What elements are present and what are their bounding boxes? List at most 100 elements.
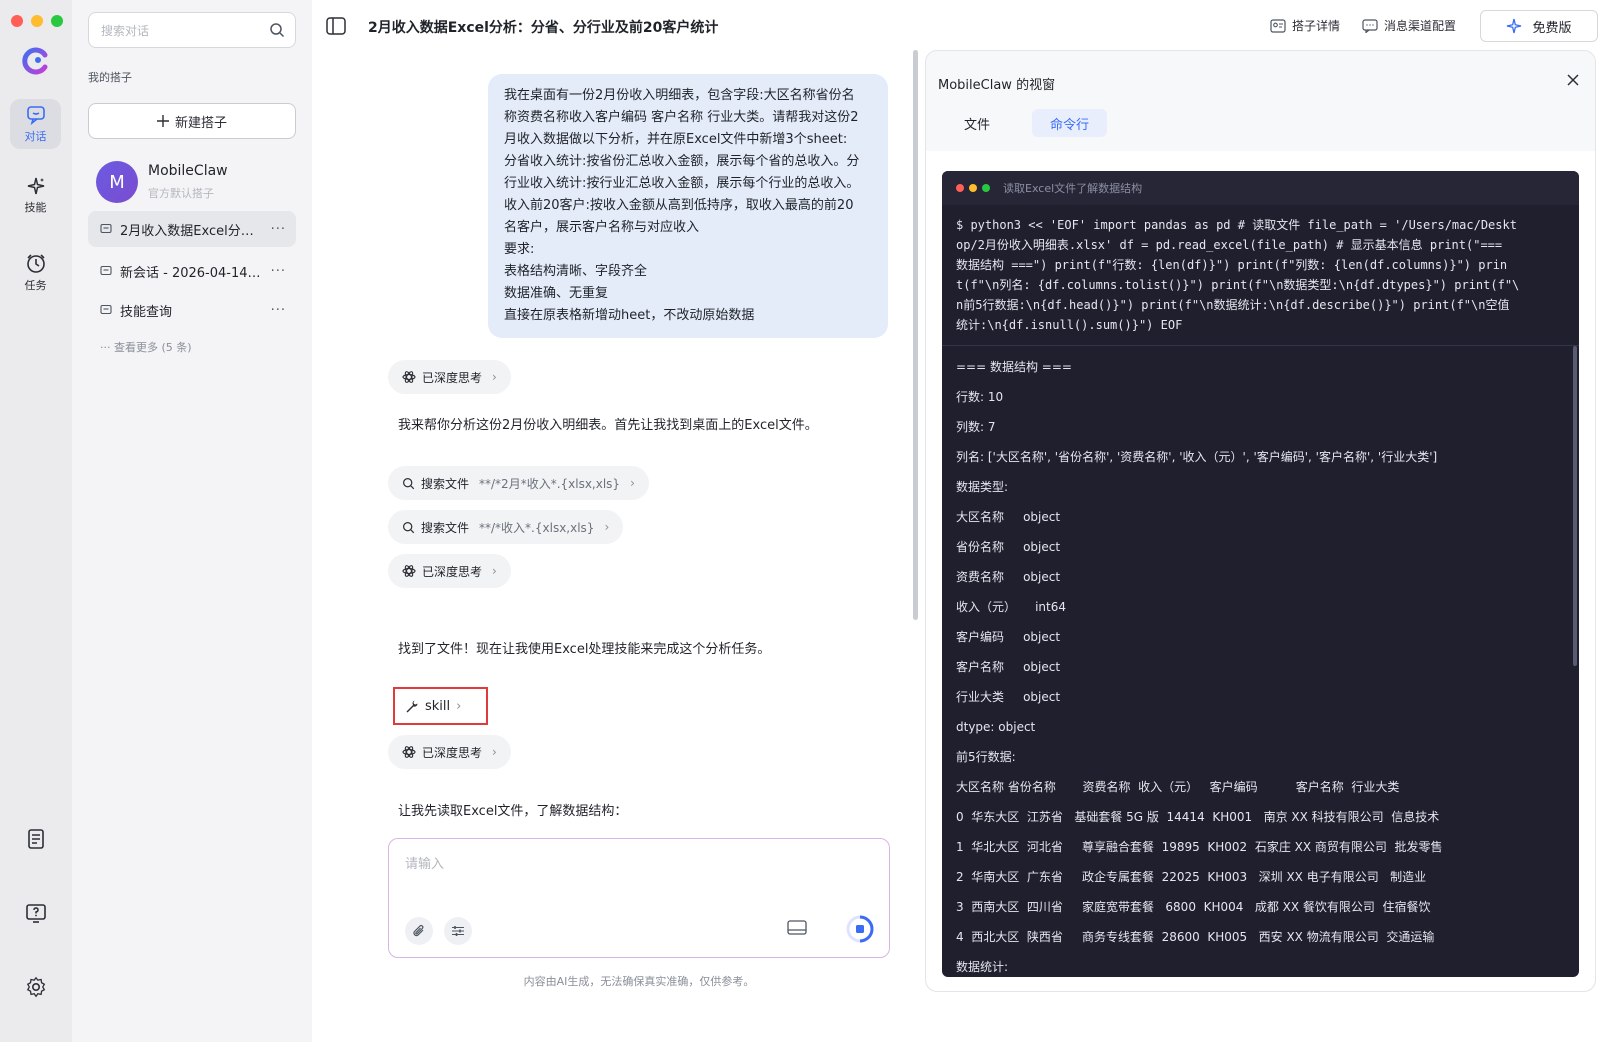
deep-thinking-pill[interactable]: 已深度思考 › <box>388 360 511 394</box>
deep-thinking-pill[interactable]: 已深度思考 › <box>388 554 511 588</box>
agent-name: MobileClaw <box>148 163 228 179</box>
help-button[interactable] <box>22 899 50 927</box>
maximize-window-button[interactable] <box>51 15 63 27</box>
chevron-right-icon: › <box>492 564 497 578</box>
ai-message: 找到了文件！现在让我使用Excel处理技能来完成这个分析任务。 <box>398 642 771 657</box>
search-input[interactable]: 搜索对话 <box>88 12 296 48</box>
deep-thinking-pill[interactable]: 已深度思考 › <box>388 735 511 769</box>
agent-details-label: 搭子详情 <box>1292 19 1341 33</box>
window-controls <box>11 15 63 27</box>
atom-icon <box>402 746 416 758</box>
agent-details-button[interactable]: 搭子详情 <box>1270 17 1340 34</box>
more-options-button[interactable]: ··· <box>271 303 286 318</box>
rail-item-label: 任务 <box>24 279 47 292</box>
atom-icon <box>402 565 416 577</box>
search-file-query: **/*2月*收入*.{xlsx,xls} <box>479 476 621 491</box>
output-line: 收入（元） int64 <box>956 600 1066 614</box>
see-more-label: 查看更多 (5 条) <box>114 341 192 354</box>
message-icon <box>100 304 112 315</box>
chat-scrollbar[interactable] <box>913 50 918 620</box>
terminal-header: 读取Excel文件了解数据结构 <box>942 171 1579 205</box>
paperclip-icon <box>413 924 424 937</box>
channel-config-label: 消息渠道配置 <box>1384 19 1457 33</box>
output-line: 行业大类 object <box>956 690 1061 704</box>
notes-icon <box>28 829 44 849</box>
settings-button[interactable] <box>22 973 50 1001</box>
panel-title: MobileClaw 的视窗 <box>938 78 1056 93</box>
stop-icon <box>846 915 874 943</box>
wrench-icon <box>406 700 418 713</box>
panel-body: 读取Excel文件了解数据结构 $ python3 << 'EOF' impor… <box>926 151 1595 991</box>
message-input[interactable]: 请输入 <box>388 838 890 958</box>
new-agent-button[interactable]: 新建搭子 <box>88 103 296 139</box>
message-line: 表格结构清晰、字段齐全 <box>504 264 648 279</box>
thinking-label: 已深度思考 <box>422 745 483 760</box>
output-line: 大区名称 省份名称 资费名称 收入（元） 客户编码 客户名称 行业大类 <box>956 780 1400 794</box>
output-line: 大区名称 object <box>956 510 1061 524</box>
search-file-pill[interactable]: 搜索文件 **/*2月*收入*.{xlsx,xls} › <box>388 466 649 500</box>
folder-button[interactable] <box>787 919 807 939</box>
terminal-dot-green <box>982 184 990 192</box>
user-message: 我在桌面有一份2月份收入明细表，包含字段:大区名称省份名 称资费名称收入客户编码… <box>488 74 888 338</box>
sidebar-toggle-icon <box>326 17 346 35</box>
chevron-right-icon: › <box>456 698 462 714</box>
plan-button[interactable]: 免费版 <box>1480 10 1598 42</box>
rail-item-tasks[interactable]: 任务 <box>10 248 61 298</box>
ai-message: 我来帮你分析这份2月份收入明细表。首先让我找到桌面上的Excel文件。 <box>398 418 818 433</box>
sliders-icon <box>452 926 464 936</box>
conversation-item[interactable]: 技能查询 ··· <box>88 292 296 328</box>
see-more-link[interactable]: ··· 查看更多 (5 条) <box>100 339 192 355</box>
output-line: 数据类型: <box>956 480 1009 494</box>
close-panel-button[interactable] <box>1566 73 1580 91</box>
output-line: 客户名称 object <box>956 660 1061 674</box>
message-line: 行业收入统计:按行业汇总收入金额，展示每个行业的总收入。 <box>504 176 860 191</box>
output-line: 行数: 10 <box>956 390 1004 404</box>
terminal-scrollbar[interactable] <box>1573 346 1577 666</box>
message-line: 我在桌面有一份2月份收入明细表，包含字段:大区名称省份名 <box>504 88 855 103</box>
more-options-button[interactable]: ··· <box>271 264 286 279</box>
stop-generating-button[interactable] <box>844 913 876 945</box>
input-placeholder: 请输入 <box>405 857 445 872</box>
rail-item-chat[interactable]: 对话 <box>10 99 61 149</box>
more-options-button[interactable]: ··· <box>271 222 286 237</box>
conversation-item[interactable]: 新会话 - 2026-04-14 10:22 ··· <box>88 253 296 289</box>
thinking-label: 已深度思考 <box>422 370 483 385</box>
minimize-window-button[interactable] <box>31 15 43 27</box>
rail-item-label: 技能 <box>24 201 47 214</box>
skill-pill[interactable]: skill › <box>393 687 488 725</box>
terminal-dot-yellow <box>969 184 977 192</box>
attach-button[interactable] <box>405 917 433 945</box>
settings-sliders-button[interactable] <box>444 917 472 945</box>
tab-terminal[interactable]: 命令行 <box>1032 109 1108 137</box>
ellipsis-icon: ··· <box>100 341 114 354</box>
thinking-label: 已深度思考 <box>422 564 483 579</box>
viewer-panel: MobileClaw 的视窗 文件 命令行 读取Excel文件了解数据结构 $ … <box>925 50 1596 992</box>
section-label: 我的搭子 <box>88 71 132 84</box>
output-line: 2 华南大区 广东省 政企专属套餐 22025 KH003 深圳 XX 电子有限… <box>956 870 1427 884</box>
channel-config-button[interactable]: 消息渠道配置 <box>1362 17 1456 34</box>
close-icon <box>1567 74 1579 86</box>
message-line: 月收入数据做以下分析，并在原Excel文件中新增3个sheet: <box>504 132 848 147</box>
sidebar-toggle-button[interactable] <box>326 17 346 39</box>
search-file-label: 搜索文件 <box>421 476 470 491</box>
skill-label: skill <box>425 698 451 714</box>
close-window-button[interactable] <box>11 15 23 27</box>
search-file-pill[interactable]: 搜索文件 **/*收入*.{xlsx,xls} › <box>388 510 624 544</box>
sparkle-icon <box>27 177 44 195</box>
conversation-item[interactable]: 2月收入数据Excel分析：分省、分行业及前20客户统计 ··· <box>88 211 296 247</box>
search-file-label: 搜索文件 <box>421 520 470 535</box>
rail-item-skills[interactable]: 技能 <box>10 170 61 220</box>
tab-files[interactable]: 文件 <box>946 109 1008 137</box>
gear-icon <box>26 976 46 998</box>
panel-tabs: 文件 命令行 <box>946 109 1108 137</box>
terminal-title: 读取Excel文件了解数据结构 <box>1003 182 1143 195</box>
search-placeholder: 搜索对话 <box>101 23 150 38</box>
command-line: 统计:\n{df.isnull().sum()}") EOF <box>956 318 1183 332</box>
agent-card[interactable]: M MobileClaw 官方默认搭子 <box>96 161 228 203</box>
message-box-icon <box>1362 18 1378 33</box>
command-line: op/2月份收入明细表.xlsx' df = pd.read_excel(fil… <box>956 238 1503 252</box>
output-line: 1 华北大区 河北省 尊享融合套餐 19895 KH002 石家庄 XX 商贸有… <box>956 840 1443 854</box>
notes-button[interactable] <box>22 825 50 853</box>
plus-icon <box>156 115 169 127</box>
help-icon <box>26 904 46 923</box>
